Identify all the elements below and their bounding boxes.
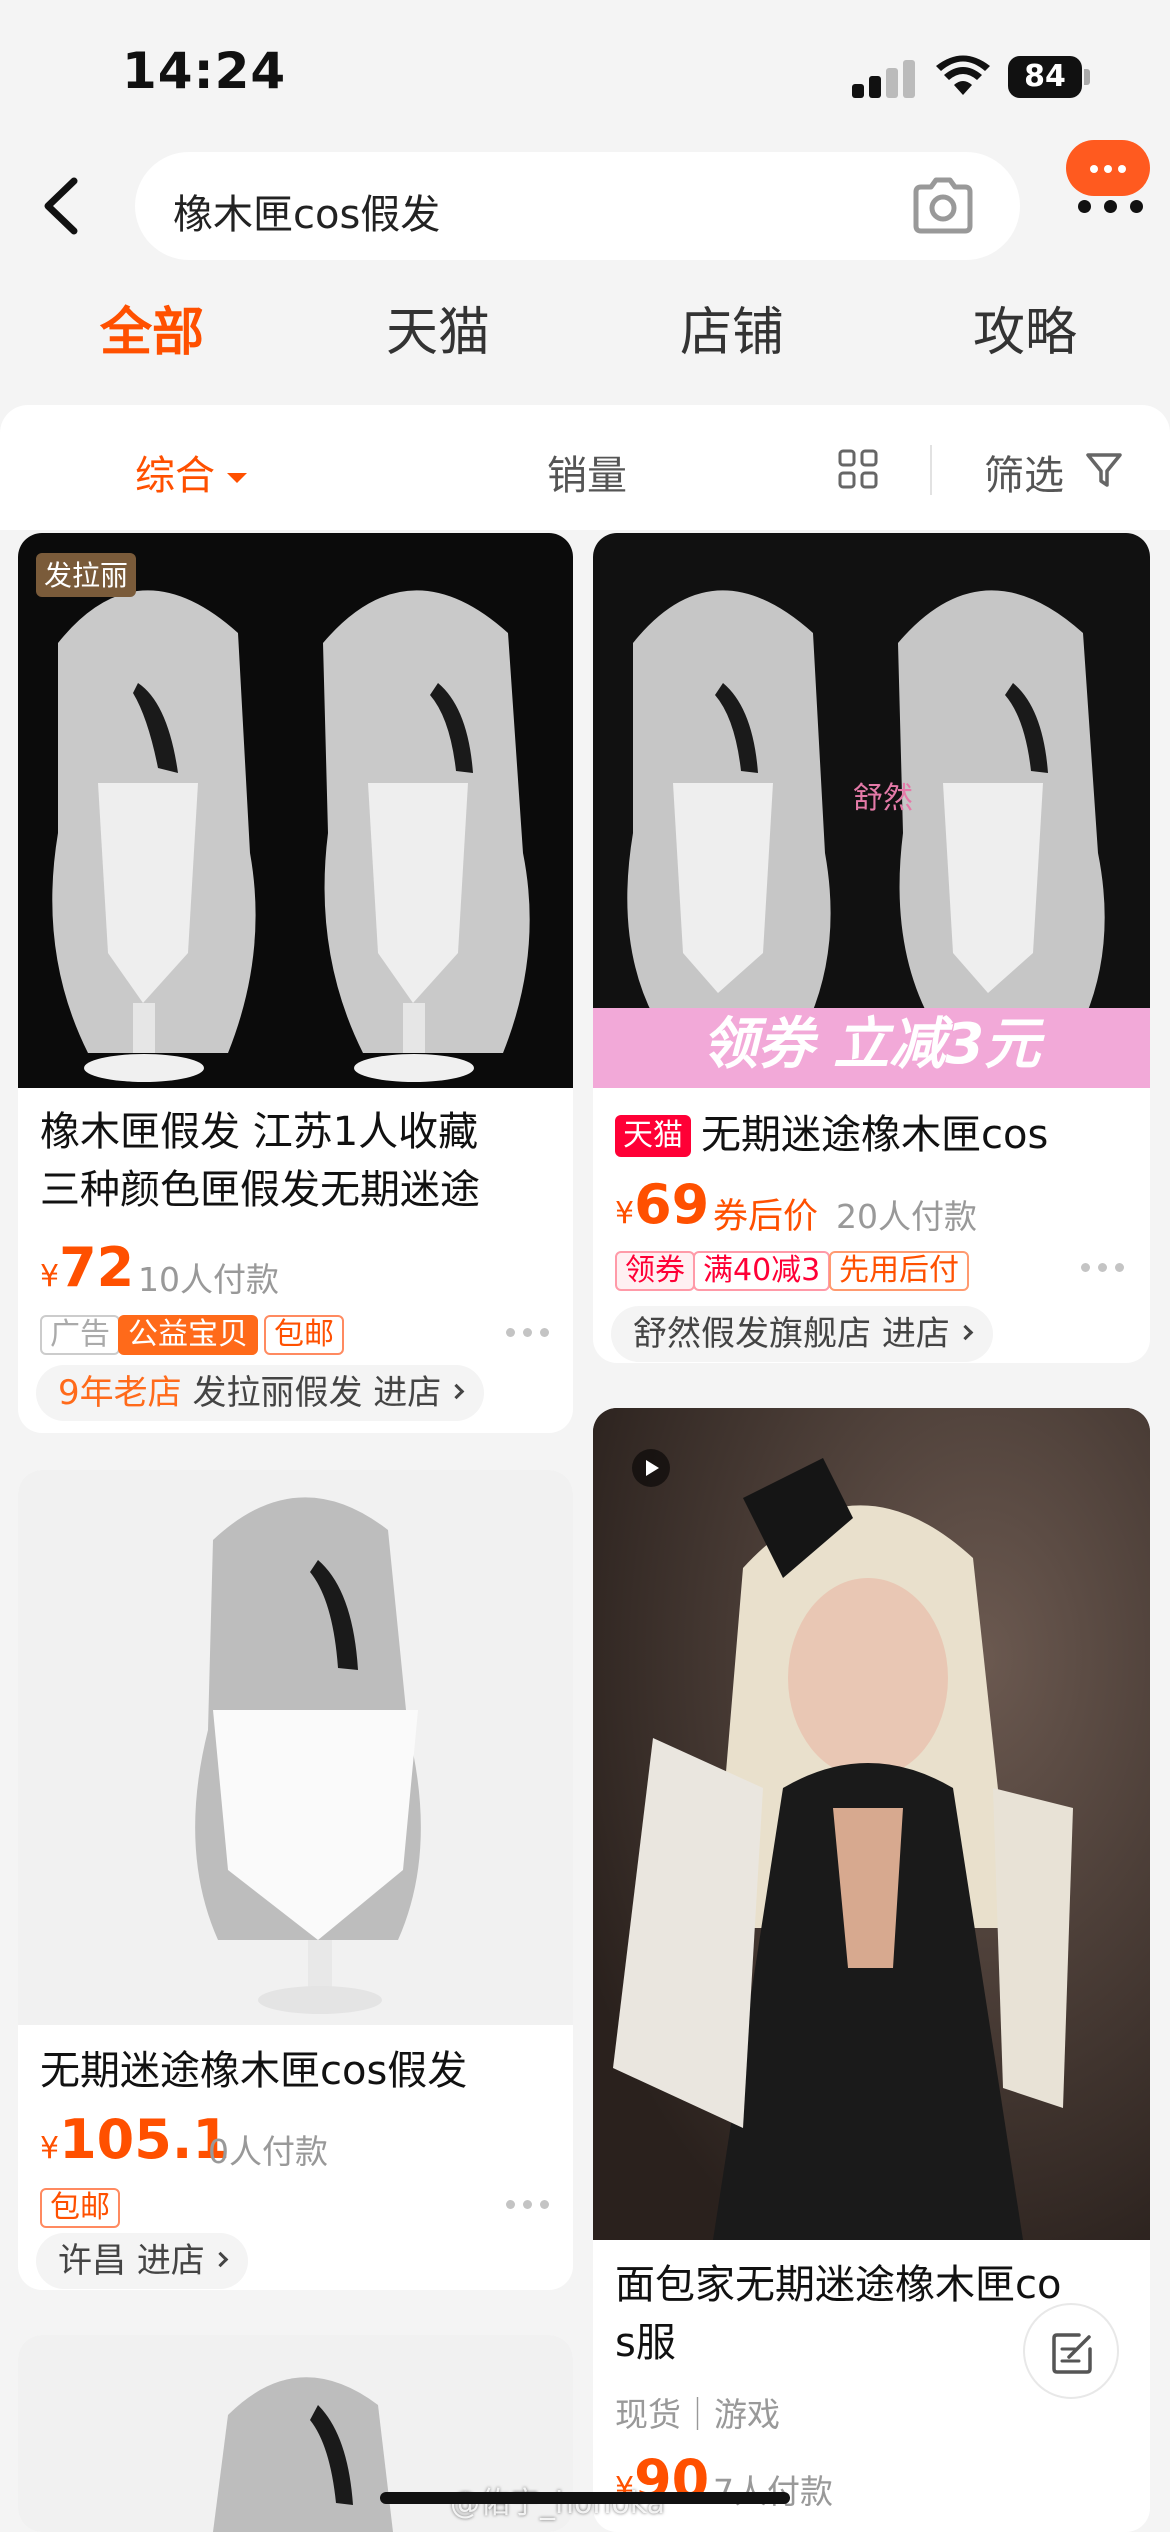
divider: [930, 445, 932, 495]
shop-name: 发拉丽假发: [192, 1373, 363, 1413]
search-query: 橡木匣cos假发: [173, 192, 441, 238]
sold-count: 7人付款: [713, 2465, 833, 2513]
currency-symbol: ¥: [40, 2131, 60, 2166]
product-card[interactable]: 舒然 领券 立减3元 天猫 无期迷途橡木匣cos ¥69 券后价 20人付款 领…: [593, 533, 1150, 1363]
tab-tmall[interactable]: 天猫: [328, 290, 548, 365]
product-title: 橡木匣假发 江苏1人收藏 三种颜色匣假发无期迷途: [40, 1103, 480, 1219]
free-shipping-tag: 包邮: [40, 2188, 120, 2228]
wig-photo: 发拉丽: [36, 553, 530, 1082]
price-value: 72: [59, 1236, 135, 1299]
chevron-right-icon: [957, 1324, 974, 1341]
sold-count: 0人付款: [208, 2132, 328, 2171]
more-options-icon[interactable]: [1081, 1263, 1127, 1273]
edit-note-icon: [1052, 2333, 1092, 2374]
shop-link[interactable]: 9年老店 发拉丽假发 进店: [36, 1365, 485, 1421]
price-value: 69: [634, 1173, 710, 1236]
product-title: 面包家无期迷途橡木匣co s服: [615, 2256, 1061, 2372]
search-input[interactable]: 橡木匣cos假发: [135, 152, 1020, 260]
chevron-right-icon: [448, 1383, 465, 1400]
status-time: 14:24: [122, 42, 287, 100]
product-image[interactable]: 发拉丽: [18, 533, 573, 1088]
camera-icon[interactable]: [910, 176, 976, 236]
price-after-coupon-label: 券后价: [713, 1197, 819, 1237]
message-bubble-icon: [1066, 140, 1150, 196]
product-price: ¥105.1: [40, 2108, 230, 2171]
discount-tag: 满40减3: [693, 1251, 831, 1291]
tab-shops[interactable]: 店铺: [622, 290, 842, 365]
back-arrow-icon[interactable]: [34, 175, 90, 237]
coupon-banner: 领券 立减3元: [702, 1012, 1045, 1077]
currency-symbol: ¥: [615, 1196, 635, 1231]
product-title-line-1: 橡木匣假发 江苏1人收藏: [40, 1109, 479, 1155]
status-bar: 14:24 84: [0, 0, 1170, 150]
tab-guides[interactable]: 攻略: [915, 290, 1135, 365]
product-price: ¥69: [615, 1173, 709, 1236]
enter-shop-label: 进店: [373, 1373, 442, 1413]
wig-photo: [195, 1497, 421, 2014]
product-title-line-2: s服: [615, 2320, 676, 2366]
wifi-icon: [936, 55, 990, 95]
tmall-badge: 天猫: [615, 1115, 691, 1157]
more-options-icon[interactable]: [506, 2200, 552, 2210]
wig-photo: 舒然 领券 立减3元: [593, 590, 1150, 1088]
more-messages-button[interactable]: [1066, 140, 1150, 220]
product-image[interactable]: [593, 1408, 1150, 2240]
grid-view-icon[interactable]: [838, 449, 878, 489]
product-card[interactable]: 无期迷途橡木匣cos假发 ¥105.1 0人付款 包邮 许昌 进店: [18, 1470, 573, 2290]
sold-count: 10人付款: [138, 1260, 279, 1299]
pay-later-tag: 先用后付: [829, 1251, 969, 1291]
shop-link[interactable]: 许昌 进店: [36, 2233, 248, 2289]
shop-link[interactable]: 舒然假发旗舰店 进店: [611, 1306, 993, 1362]
shop-watermark-logo: 舒然: [853, 781, 913, 816]
feedback-button[interactable]: [1023, 2303, 1119, 2399]
coupon-tag: 领券: [615, 1251, 695, 1291]
free-shipping-tag: 包邮: [264, 1315, 344, 1355]
product-title: 无期迷途橡木匣cos假发: [40, 2048, 468, 2094]
price-value: 105.1: [59, 2108, 230, 2171]
chevron-right-icon: [212, 2251, 229, 2268]
product-image[interactable]: [18, 1470, 573, 2025]
charity-tag: 公益宝贝: [118, 1315, 258, 1355]
cellular-signal-icon: [852, 58, 916, 98]
product-title: 无期迷途橡木匣cos: [701, 1112, 1049, 1158]
video-play-icon[interactable]: [631, 1448, 671, 1488]
sort-comprehensive[interactable]: 综合: [135, 443, 247, 501]
ad-tag: 广告: [40, 1315, 120, 1355]
enter-shop-label: 进店: [881, 1314, 950, 1354]
sort-bar: 综合 销量 筛选: [0, 405, 1170, 530]
tab-all[interactable]: 全部: [42, 290, 262, 365]
product-image[interactable]: 舒然 领券 立减3元: [593, 533, 1150, 1088]
dropdown-arrow-icon: [227, 473, 247, 483]
sort-sales[interactable]: 销量: [547, 443, 627, 501]
filter-icon[interactable]: [1085, 451, 1123, 489]
more-options-icon[interactable]: [506, 1328, 552, 1338]
category-tabs: 全部 天猫 店铺 攻略: [0, 290, 1170, 370]
battery-icon: 84: [1008, 56, 1090, 98]
brand-logo: 发拉丽: [44, 559, 128, 592]
sold-count: 20人付款: [836, 1197, 977, 1236]
more-dots-icon: [1078, 200, 1148, 214]
home-indicator[interactable]: [380, 2492, 790, 2504]
product-title-line-1: 面包家无期迷途橡木匣co: [615, 2262, 1062, 2308]
shop-name: 许昌: [58, 2241, 126, 2281]
shop-age: 9年老店: [58, 1373, 182, 1413]
product-price: ¥72: [40, 1236, 134, 1299]
product-title-line-2: 三种颜色匣假发无期迷途: [40, 1167, 480, 1213]
product-subtitle: 现货｜游戏: [615, 2395, 780, 2434]
currency-symbol: ¥: [40, 1259, 60, 1294]
shop-name: 舒然假发旗舰店: [633, 1314, 871, 1354]
enter-shop-label: 进店: [136, 2241, 205, 2281]
filter-label[interactable]: 筛选: [984, 443, 1064, 501]
battery-level: 84: [1008, 56, 1082, 98]
sort-comprehensive-label: 综合: [135, 453, 215, 499]
cosplay-photo: [593, 1408, 1150, 2240]
product-card[interactable]: 发拉丽 橡木匣假发 江苏1人收藏 三种颜色匣假发无期迷途 ¥72 10人付款 广…: [18, 533, 573, 1433]
